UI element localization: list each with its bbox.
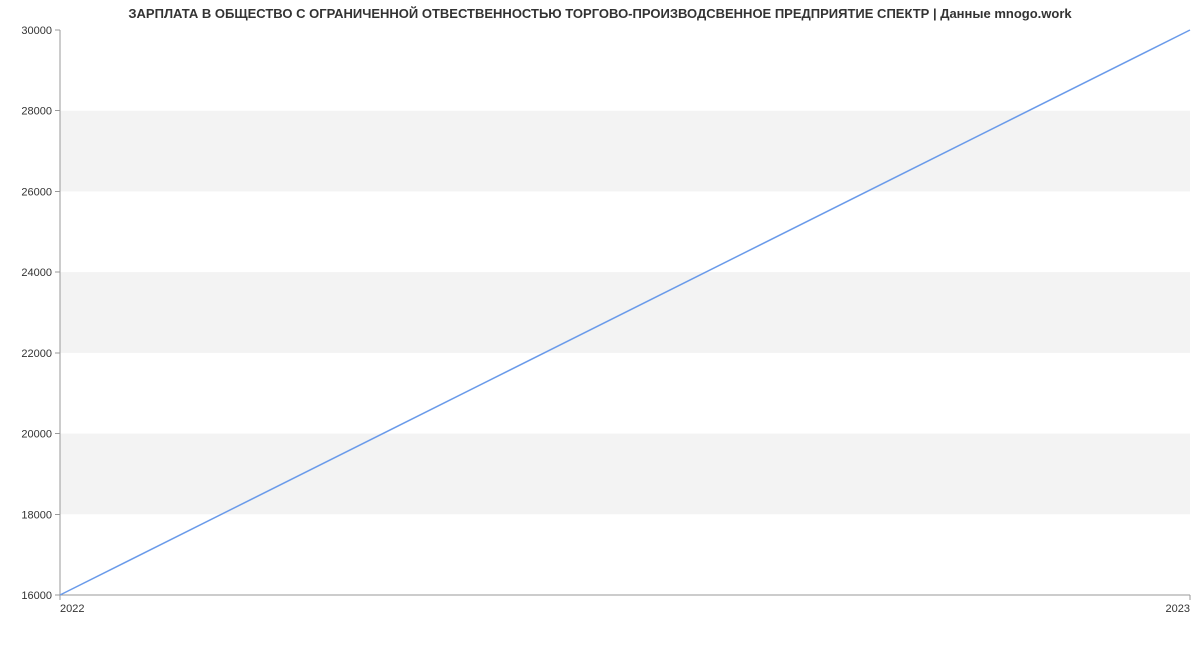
x-tick-label: 2022 [60, 603, 84, 615]
y-tick-label: 16000 [21, 590, 52, 602]
chart-container: ЗАРПЛАТА В ОБЩЕСТВО С ОГРАНИЧЕННОЙ ОТВЕС… [0, 0, 1200, 650]
chart-svg: 16000 18000 20000 22000 24000 26000 28000 30000… [0, 0, 1200, 650]
y-tick-label: 20000 [21, 429, 52, 441]
grid-band [60, 111, 1190, 192]
y-tick-label: 24000 [21, 267, 52, 279]
y-tick-label: 26000 [21, 186, 52, 198]
x-tick-label: 2023 [1166, 603, 1190, 615]
y-tick-label: 22000 [21, 348, 52, 360]
y-tick-label: 18000 [21, 509, 52, 521]
y-tick-label: 30000 [21, 25, 52, 37]
y-tick-label: 28000 [21, 106, 52, 118]
chart-title: ЗАРПЛАТА В ОБЩЕСТВО С ОГРАНИЧЕННОЙ ОТВЕС… [0, 6, 1200, 21]
grid-band [60, 434, 1190, 515]
